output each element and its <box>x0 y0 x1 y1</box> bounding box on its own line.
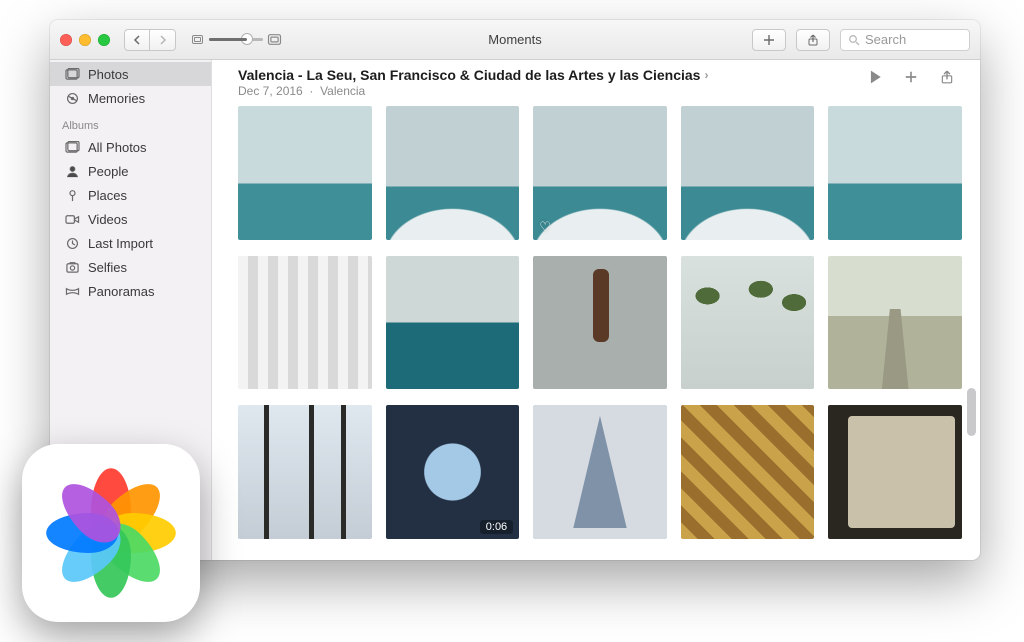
play-icon <box>868 70 882 84</box>
heart-icon: ♡ <box>539 219 551 235</box>
search-icon <box>848 34 860 46</box>
photo-thumbnail[interactable] <box>386 256 520 390</box>
photo-thumbnail[interactable] <box>681 405 815 539</box>
share-icon <box>807 34 819 46</box>
sidebar-item-label: Memories <box>88 91 145 106</box>
photos-icon <box>65 68 80 81</box>
selfies-icon <box>65 261 80 274</box>
memories-icon <box>65 92 80 105</box>
thumbnail-zoom-slider[interactable] <box>192 35 280 44</box>
play-slideshow-button[interactable] <box>868 70 882 89</box>
videos-icon <box>65 213 80 226</box>
minimize-window-button[interactable] <box>79 34 91 46</box>
plus-icon <box>763 34 775 46</box>
close-window-button[interactable] <box>60 34 72 46</box>
scrollbar-track[interactable] <box>964 68 978 552</box>
sidebar-item-label: All Photos <box>88 140 147 155</box>
sidebar-item-label: People <box>88 164 128 179</box>
window-controls <box>60 34 110 46</box>
moment-title[interactable]: Valencia - La Seu, San Francisco & Ciuda… <box>238 67 700 83</box>
sidebar-item-lastimport[interactable]: Last Import <box>50 231 211 255</box>
fullscreen-window-button[interactable] <box>98 34 110 46</box>
moment-header: Valencia - La Seu, San Francisco & Ciuda… <box>212 60 980 102</box>
moment-location[interactable]: Valencia <box>320 84 365 98</box>
all-photos-icon <box>65 141 80 154</box>
sidebar-item-label: Last Import <box>88 236 153 251</box>
photos-app-icon[interactable] <box>22 444 200 622</box>
share-button[interactable] <box>796 29 830 51</box>
photo-thumbnail[interactable] <box>238 106 372 240</box>
photo-thumbnail[interactable] <box>533 405 667 539</box>
video-duration-badge: 0:06 <box>480 520 513 534</box>
zoom-track[interactable] <box>209 38 263 41</box>
chevron-left-icon <box>133 35 141 45</box>
last-import-icon <box>65 237 80 250</box>
moment-actions <box>868 67 960 89</box>
zoom-knob[interactable] <box>241 33 253 45</box>
moment-separator: · <box>309 84 313 98</box>
photo-thumbnail[interactable]: ♡ <box>533 106 667 240</box>
content-area: Valencia - La Seu, San Francisco & Ciuda… <box>212 60 980 560</box>
sidebar-item-photos[interactable]: Photos <box>50 62 211 86</box>
photo-thumbnail[interactable]: 0:06 <box>386 405 520 539</box>
moment-share-button[interactable] <box>940 70 954 89</box>
thumbnail-grid: ♡ 0:06 <box>212 102 980 560</box>
sidebar-item-people[interactable]: People <box>50 159 211 183</box>
forward-button[interactable] <box>150 29 176 51</box>
sidebar-item-label: Selfies <box>88 260 127 275</box>
sidebar-heading-albums: Albums <box>50 110 211 135</box>
sidebar-item-all[interactable]: All Photos <box>50 135 211 159</box>
titlebar: Moments Search <box>50 20 980 60</box>
photos-flower-icon <box>51 473 171 593</box>
moment-date: Dec 7, 2016 <box>238 84 303 98</box>
sidebar-item-videos[interactable]: Videos <box>50 207 211 231</box>
sidebar-item-places[interactable]: Places <box>50 183 211 207</box>
photo-thumbnail[interactable] <box>828 405 962 539</box>
search-field[interactable]: Search <box>840 29 970 51</box>
photo-thumbnail[interactable] <box>533 256 667 390</box>
moment-add-button[interactable] <box>904 70 918 89</box>
sidebar-item-memories[interactable]: Memories <box>50 86 211 110</box>
zoom-out-icon <box>192 35 203 44</box>
scrollbar-thumb[interactable] <box>967 388 976 436</box>
window-title: Moments <box>488 32 541 47</box>
chevron-right-icon <box>159 35 167 45</box>
sidebar-item-label: Places <box>88 188 127 203</box>
add-button[interactable] <box>752 29 786 51</box>
photo-thumbnail[interactable] <box>681 256 815 390</box>
zoom-in-icon <box>268 34 281 45</box>
sidebar-item-panoramas[interactable]: Panoramas <box>50 279 211 303</box>
sidebar-item-label: Photos <box>88 67 128 82</box>
search-placeholder: Search <box>865 32 906 47</box>
places-icon <box>65 189 80 202</box>
photo-thumbnail[interactable] <box>681 106 815 240</box>
sidebar-item-label: Videos <box>88 212 128 227</box>
back-button[interactable] <box>124 29 150 51</box>
people-icon <box>65 165 80 178</box>
panoramas-icon <box>65 285 80 298</box>
navigation-buttons <box>124 29 176 51</box>
photo-thumbnail[interactable] <box>238 256 372 390</box>
photo-thumbnail[interactable] <box>386 106 520 240</box>
sidebar-item-selfies[interactable]: Selfies <box>50 255 211 279</box>
photo-thumbnail[interactable] <box>828 106 962 240</box>
chevron-right-icon: › <box>704 68 708 82</box>
share-icon <box>940 70 954 84</box>
sidebar-item-label: Panoramas <box>88 284 154 299</box>
plus-icon <box>904 70 918 84</box>
photo-thumbnail[interactable] <box>828 256 962 390</box>
vertical-scrollbar[interactable] <box>964 68 978 552</box>
photo-thumbnail[interactable] <box>238 405 372 539</box>
